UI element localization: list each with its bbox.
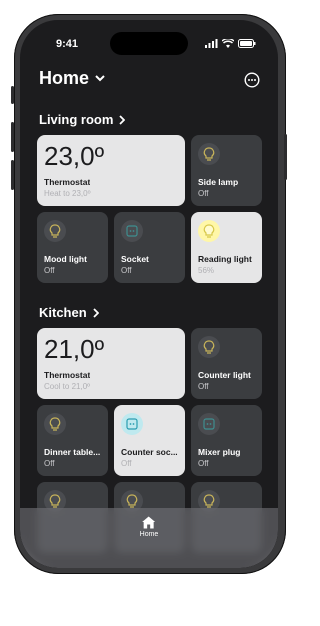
screen: 9:41 Home Living room 23,0º Thermostat H… bbox=[20, 20, 278, 568]
tile-label: Mixer plug bbox=[198, 447, 241, 457]
more-options-icon[interactable] bbox=[244, 72, 260, 88]
tile-label: Counter soc... bbox=[121, 447, 178, 457]
home-selector[interactable]: Home bbox=[39, 68, 105, 89]
tile-label: Mood light bbox=[44, 254, 87, 264]
counter-socket-tile[interactable]: Counter soc... Off bbox=[114, 405, 185, 476]
tile-label: Thermostat bbox=[44, 177, 91, 187]
action-button bbox=[11, 86, 14, 104]
tile-label: Counter light bbox=[198, 370, 251, 380]
side-lamp-tile[interactable]: Side lamp Off bbox=[191, 135, 262, 206]
lightbulb-icon bbox=[49, 224, 61, 238]
reading-light-tile[interactable]: Reading light 56% bbox=[191, 212, 262, 283]
tile-status: 56% bbox=[198, 266, 215, 275]
lightbulb-icon bbox=[49, 417, 61, 431]
power-button bbox=[284, 134, 287, 180]
tile-status: Off bbox=[198, 382, 209, 391]
bulb-icon-wrap bbox=[198, 220, 220, 242]
lightbulb-icon bbox=[49, 494, 61, 508]
wifi-icon bbox=[222, 39, 234, 48]
chevron-down-icon bbox=[95, 75, 105, 82]
section-kitchen[interactable]: Kitchen bbox=[39, 305, 99, 320]
tile-status: Off bbox=[121, 459, 132, 468]
section-living-room[interactable]: Living room bbox=[39, 112, 126, 127]
lightbulb-icon bbox=[203, 224, 215, 238]
thermostat-tile-kitchen[interactable]: 21,0º Thermostat Cool to 21,0º bbox=[37, 328, 185, 399]
tab-label: Home bbox=[139, 531, 159, 538]
bulb-icon-wrap bbox=[44, 220, 66, 242]
thermostat-tile-living[interactable]: 23,0º Thermostat Heat to 23,0º bbox=[37, 135, 185, 206]
home-icon bbox=[142, 516, 156, 529]
bulb-icon-wrap bbox=[198, 336, 220, 358]
lightbulb-icon bbox=[126, 494, 138, 508]
tab-home[interactable]: Home bbox=[139, 516, 159, 538]
tile-label: Side lamp bbox=[198, 177, 239, 187]
socket-icon bbox=[126, 225, 138, 237]
tile-status: Off bbox=[198, 189, 209, 198]
bulb-icon-wrap bbox=[198, 143, 220, 165]
status-icons bbox=[205, 39, 256, 48]
mood-light-tile[interactable]: Mood light Off bbox=[37, 212, 108, 283]
socket-icon-wrap bbox=[198, 413, 220, 435]
chevron-right-icon bbox=[93, 307, 99, 318]
tile-status: Heat to 23,0º bbox=[44, 189, 91, 198]
bulb-icon-wrap bbox=[44, 413, 66, 435]
status-time: 9:41 bbox=[56, 38, 79, 50]
counter-light-tile[interactable]: Counter light Off bbox=[191, 328, 262, 399]
lightbulb-icon bbox=[203, 147, 215, 161]
tile-status: Cool to 21,0º bbox=[44, 382, 91, 391]
battery-icon bbox=[238, 39, 256, 48]
volume-down-button bbox=[11, 160, 14, 190]
status-bar: 9:41 bbox=[20, 20, 278, 64]
tile-status: Off bbox=[44, 459, 55, 468]
tile-status: Off bbox=[121, 266, 132, 275]
temperature-value: 21,0º bbox=[44, 334, 105, 364]
socket-icon bbox=[126, 418, 138, 430]
section-title-label: Kitchen bbox=[39, 305, 87, 320]
socket-icon-wrap bbox=[121, 413, 143, 435]
section-title-label: Living room bbox=[39, 112, 114, 127]
lightbulb-icon bbox=[203, 494, 215, 508]
socket-icon bbox=[203, 418, 215, 430]
tab-bar: Home bbox=[20, 508, 278, 568]
dynamic-island bbox=[110, 32, 188, 55]
mixer-plug-tile[interactable]: Mixer plug Off bbox=[191, 405, 262, 476]
lightbulb-icon bbox=[203, 340, 215, 354]
tile-label: Dinner table... bbox=[44, 447, 101, 457]
temperature-value: 23,0º bbox=[44, 141, 105, 171]
tile-label: Socket bbox=[121, 254, 149, 264]
volume-up-button bbox=[11, 122, 14, 152]
dinner-table-tile[interactable]: Dinner table... Off bbox=[37, 405, 108, 476]
tile-label: Reading light bbox=[198, 254, 252, 264]
socket-tile[interactable]: Socket Off bbox=[114, 212, 185, 283]
tile-label: Thermostat bbox=[44, 370, 91, 380]
page-title: Home bbox=[39, 68, 90, 88]
tile-status: Off bbox=[198, 459, 209, 468]
socket-icon-wrap bbox=[121, 220, 143, 242]
chevron-right-icon bbox=[119, 114, 126, 125]
tile-status: Off bbox=[44, 266, 55, 275]
signal-icon bbox=[205, 39, 218, 48]
